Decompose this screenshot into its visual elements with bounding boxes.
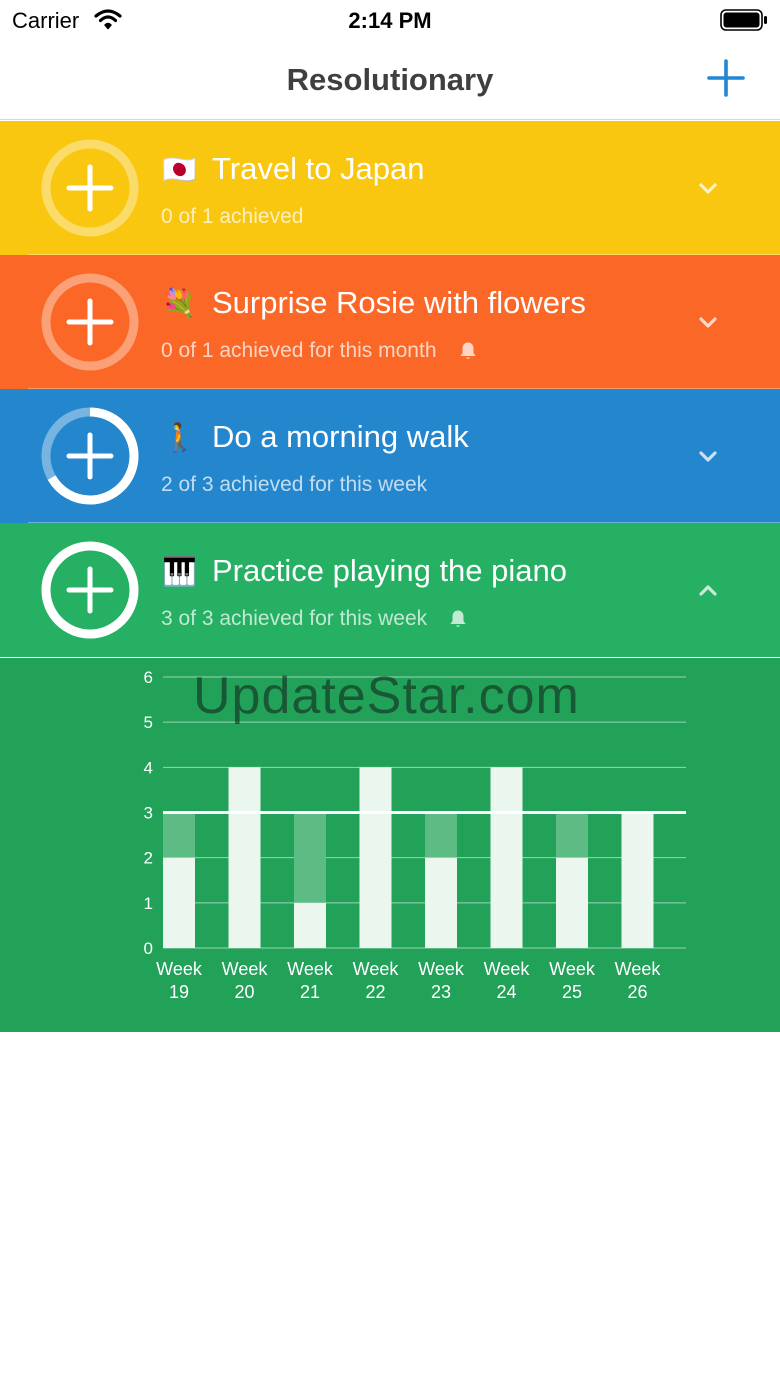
goal-subtitle: 3 of 3 achieved for this week [161, 607, 469, 631]
shortfall-bar [163, 812, 195, 858]
x-tick-label-line2: 21 [300, 982, 320, 1002]
bell-icon [460, 342, 475, 359]
goal-title: 🇯🇵 Travel to Japan [162, 151, 425, 187]
shortfall-bar [425, 812, 457, 858]
x-tick-label-line2: 25 [562, 982, 582, 1002]
add-goal-button[interactable] [704, 56, 748, 100]
goal-title: 🎹 Practice playing the piano [162, 553, 567, 589]
goal-title: 💐 Surprise Rosie with flowers [162, 285, 586, 321]
x-tick-label-line2: 23 [431, 982, 451, 1002]
bar [425, 857, 457, 948]
x-tick-label-line1: Week [156, 959, 203, 979]
chevron-down-icon[interactable] [694, 309, 722, 337]
bar [621, 812, 654, 948]
bar [294, 902, 326, 948]
goal-subtitle: 2 of 3 achieved for this week [161, 473, 427, 497]
y-tick-label: 4 [144, 758, 153, 777]
shortfall-bar [556, 812, 588, 858]
complete-goal-button[interactable] [39, 405, 141, 507]
page-title: Resolutionary [286, 62, 494, 97]
complete-goal-button[interactable] [39, 539, 141, 641]
goal-row[interactable]: 🚶 Do a morning walk 2 of 3 achieved for th… [0, 389, 780, 523]
y-tick-label: 0 [144, 939, 153, 958]
x-tick-label-line1: Week [418, 959, 465, 979]
goal-progress-text: 0 of 1 achieved [161, 205, 304, 228]
shortfall-bar [294, 812, 326, 903]
x-tick-label-line1: Week [353, 959, 400, 979]
x-tick-label-line2: 20 [234, 982, 254, 1002]
complete-goal-button[interactable] [39, 271, 141, 373]
bar [359, 767, 392, 948]
x-tick-label-line2: 22 [365, 982, 385, 1002]
goal-emoji-icon: 🇯🇵 [162, 153, 197, 186]
complete-goal-button[interactable] [39, 137, 141, 239]
goal-subtitle: 0 of 1 achieved [161, 205, 303, 229]
goal-progress-text: 3 of 3 achieved for this week [161, 607, 428, 630]
bar [163, 857, 195, 948]
x-tick-label-line1: Week [615, 959, 662, 979]
y-tick-label: 5 [144, 713, 153, 732]
x-tick-label-line2: 19 [169, 982, 189, 1002]
chevron-down-icon[interactable] [694, 443, 722, 471]
status-time: 2:14 PM [348, 8, 432, 33]
y-tick-label: 3 [144, 804, 153, 823]
goal-title-text: Do a morning walk [212, 419, 469, 454]
goal-row[interactable]: 🎹 Practice playing the piano 3 of 3 achiev… [0, 523, 780, 657]
y-tick-label: 6 [144, 668, 153, 687]
goal-row[interactable]: 🇯🇵 Travel to Japan 0 of 1 achieved [0, 121, 780, 255]
navigation-bar: Resolutionary [0, 40, 780, 120]
chevron-up-icon[interactable] [694, 577, 722, 605]
y-tick-label: 1 [144, 894, 153, 913]
status-bar: Carrier 2:14 PM [0, 0, 780, 40]
y-tick-label: 2 [144, 849, 153, 868]
x-tick-label-line1: Week [222, 959, 269, 979]
goal-emoji-icon: 🎹 [162, 555, 197, 588]
goal-title: 🚶 Do a morning walk [162, 419, 469, 455]
x-tick-label-line1: Week [549, 959, 596, 979]
goal-title-text: Surprise Rosie with flowers [212, 285, 586, 320]
goal-emoji-icon: 🚶 [162, 421, 197, 454]
goal-subtitle: 0 of 1 achieved for this month [161, 339, 479, 363]
chevron-down-icon[interactable] [694, 175, 722, 203]
x-tick-label-line1: Week [484, 959, 531, 979]
goal-progress-text: 2 of 3 achieved for this week [161, 473, 428, 496]
goal-emoji-icon: 💐 [162, 287, 197, 320]
battery-icon [720, 9, 767, 31]
goal-row[interactable]: 💐 Surprise Rosie with flowers 0 of 1 achie… [0, 255, 780, 389]
x-tick-label-line2: 26 [627, 982, 647, 1002]
bar [556, 857, 588, 948]
goal-title-text: Practice playing the piano [212, 553, 568, 588]
x-tick-label-line1: Week [287, 959, 334, 979]
goal-progress-text: 0 of 1 achieved for this month [161, 339, 437, 362]
bar [228, 767, 261, 948]
bar [490, 767, 523, 948]
x-tick-label-line2: 24 [496, 982, 516, 1002]
bell-icon [450, 610, 466, 627]
goal-title-text: Travel to Japan [212, 151, 425, 186]
watermark: UpdateStar.com [193, 667, 580, 725]
